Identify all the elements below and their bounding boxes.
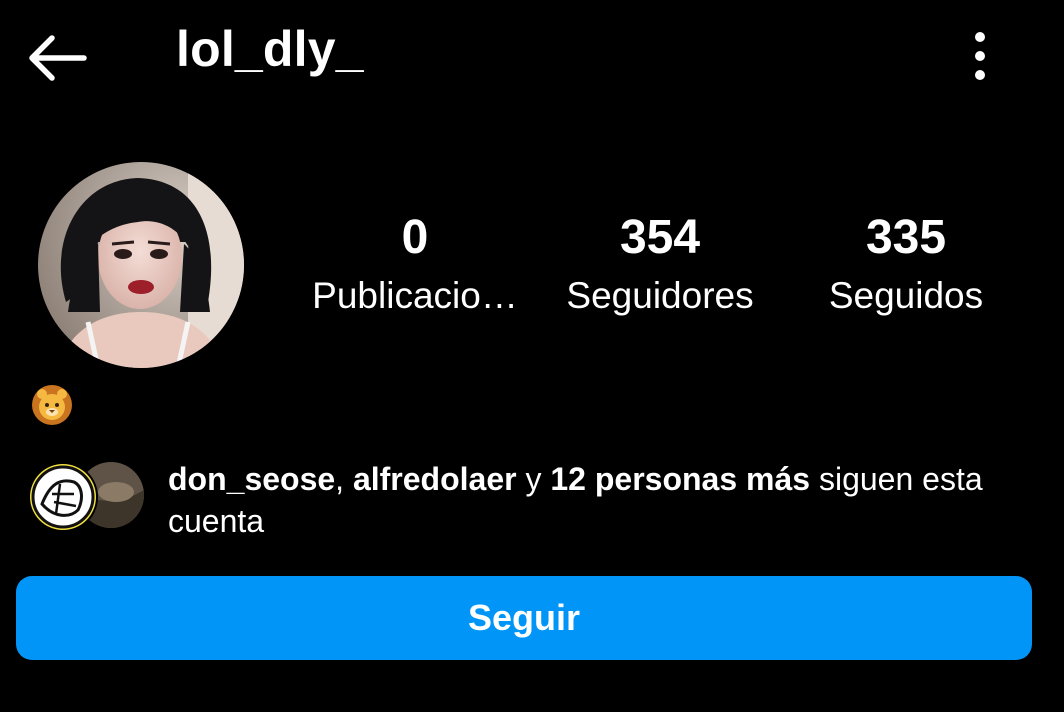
lion-face-emoji — [30, 382, 74, 426]
mutual-conj: y — [516, 461, 551, 497]
mutual-followers: don_seose, alfredolaer y 12 personas más… — [28, 458, 1028, 548]
avatar — [28, 462, 98, 532]
followers-label: Seguidores — [566, 275, 754, 316]
follow-button[interactable]: Seguir — [16, 576, 1032, 660]
following-count: 335 — [865, 211, 947, 264]
followers-stat[interactable]: 354 Seguidores — [556, 210, 764, 320]
profile-stats: 0 Publicacio… 354 Seguidores 335 Seguido… — [0, 210, 1064, 330]
more-options-button[interactable] — [960, 30, 1000, 82]
mutual-user-2[interactable]: alfredolaer — [353, 461, 517, 497]
mutual-sep: , — [335, 461, 353, 497]
arrow-left-icon — [29, 35, 87, 81]
profile-username: lol_dly_ — [176, 21, 364, 77]
following-stat[interactable]: 335 Seguidos — [814, 210, 998, 320]
top-bar: lol_dly_ — [0, 0, 1064, 110]
mutual-followers-text[interactable]: don_seose, alfredolaer y 12 personas más… — [168, 458, 1008, 542]
mutual-avatars[interactable] — [28, 462, 146, 532]
posts-stat[interactable]: 0 Publicacio… — [306, 210, 524, 320]
following-label: Seguidos — [828, 275, 984, 316]
mutual-others[interactable]: 12 personas más — [550, 461, 810, 497]
more-vertical-icon — [975, 32, 985, 80]
mutual-user-1[interactable]: don_seose — [168, 461, 335, 497]
posts-label: Publicacio… — [312, 275, 518, 316]
posts-count: 0 — [401, 211, 429, 264]
back-button[interactable] — [26, 30, 90, 86]
followers-count: 354 — [619, 211, 701, 264]
